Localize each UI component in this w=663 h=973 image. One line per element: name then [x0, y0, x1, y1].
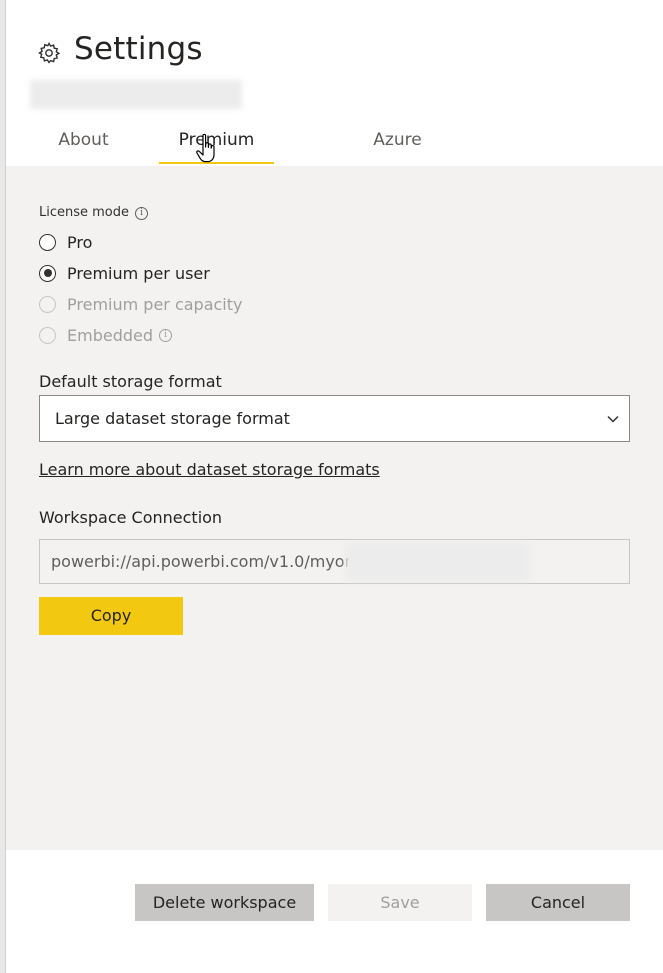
- info-icon[interactable]: i: [135, 207, 149, 220]
- workspace-connection-field[interactable]: powerbi://api.powerbi.com/v1.0/myorg/: [39, 539, 630, 584]
- radio-option-premium-per-user[interactable]: Premium per user: [39, 262, 210, 284]
- info-icon[interactable]: i: [159, 328, 173, 342]
- dropdown-selected-value: Large dataset storage format: [55, 409, 290, 428]
- redacted-workspace-name: [30, 80, 242, 109]
- radio-button-disabled: [39, 295, 56, 313]
- copy-button[interactable]: Copy: [39, 597, 183, 635]
- radio-option-embedded: Embedded i: [39, 324, 173, 346]
- page-title: Settings: [74, 31, 203, 67]
- radio-button-disabled: [39, 326, 56, 344]
- radio-option-pro[interactable]: Pro: [39, 231, 92, 253]
- radio-label: Premium per capacity: [67, 294, 243, 314]
- settings-header: Settings About Premium Azure connections: [0, 0, 663, 194]
- storage-format-label: Default storage format: [39, 372, 222, 391]
- learn-more-link[interactable]: Learn more about dataset storage formats: [39, 460, 380, 479]
- chevron-down-icon: [607, 415, 619, 423]
- redacted-connection-suffix: [345, 543, 530, 581]
- radio-option-premium-per-capacity: Premium per capacity: [39, 293, 243, 315]
- tab-azure-connections[interactable]: Azure connections: [322, 118, 473, 194]
- license-mode-label: License mode i: [39, 205, 149, 220]
- cancel-button[interactable]: Cancel: [486, 884, 630, 921]
- radio-button-checked[interactable]: [39, 264, 56, 282]
- save-button: Save: [328, 884, 472, 921]
- workspace-connection-label: Workspace Connection: [39, 508, 223, 527]
- license-mode-text: License mode: [39, 205, 130, 220]
- radio-label: Embedded: [67, 325, 154, 345]
- delete-workspace-button[interactable]: Delete workspace: [135, 884, 314, 921]
- hand-cursor-icon: [196, 133, 215, 163]
- radio-button[interactable]: [39, 233, 56, 251]
- tab-bar: About Premium Azure connections: [0, 118, 663, 194]
- radio-label: Premium per user: [67, 263, 210, 283]
- tab-about[interactable]: About: [55, 118, 112, 164]
- radio-label: Pro: [67, 232, 93, 252]
- storage-format-dropdown[interactable]: Large dataset storage format: [39, 395, 630, 442]
- gear-icon: [38, 42, 61, 64]
- connection-url: powerbi://api.powerbi.com/v1.0/myorg/: [51, 552, 367, 571]
- window-left-edge: [0, 0, 6, 973]
